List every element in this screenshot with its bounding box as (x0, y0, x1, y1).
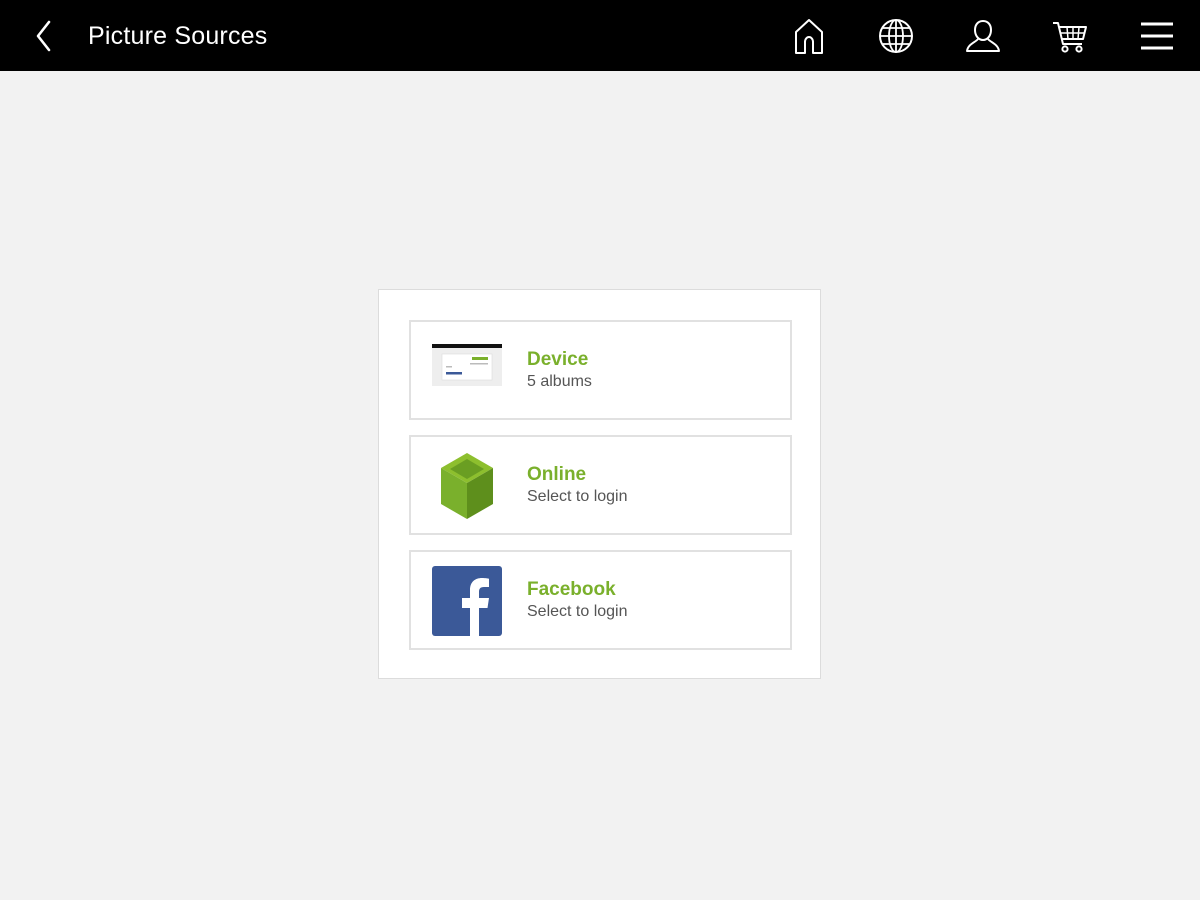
page-title: Picture Sources (88, 22, 268, 50)
source-subtitle: Select to login (527, 603, 628, 620)
source-item-online[interactable]: Online Select to login (409, 435, 792, 535)
home-icon (795, 19, 823, 54)
cart-button[interactable] (1048, 14, 1092, 58)
source-title: Online (527, 464, 587, 485)
cart-icon (1053, 22, 1087, 53)
source-item-device[interactable]: Device 5 albums (409, 320, 792, 420)
back-button[interactable] (24, 14, 64, 58)
source-title: Device (527, 349, 589, 370)
source-title: Facebook (527, 579, 616, 600)
globe-icon (879, 19, 913, 53)
hamburger-menu-icon (1141, 22, 1173, 50)
green-box-icon (441, 453, 493, 519)
source-subtitle: 5 albums (527, 373, 592, 390)
account-button[interactable] (961, 14, 1005, 58)
picture-sources-panel: Device 5 albums Online Select to login F… (378, 289, 821, 679)
source-subtitle: Select to login (527, 488, 628, 505)
home-button[interactable] (787, 14, 831, 58)
chevron-left-icon (36, 20, 51, 52)
top-app-bar: Picture Sources (0, 0, 1200, 71)
device-screenshot-thumbnail (432, 336, 502, 406)
language-button[interactable] (874, 14, 918, 58)
source-item-facebook[interactable]: Facebook Select to login (409, 550, 792, 650)
menu-button[interactable] (1135, 14, 1179, 58)
user-icon (966, 19, 1000, 52)
facebook-icon (432, 566, 502, 636)
